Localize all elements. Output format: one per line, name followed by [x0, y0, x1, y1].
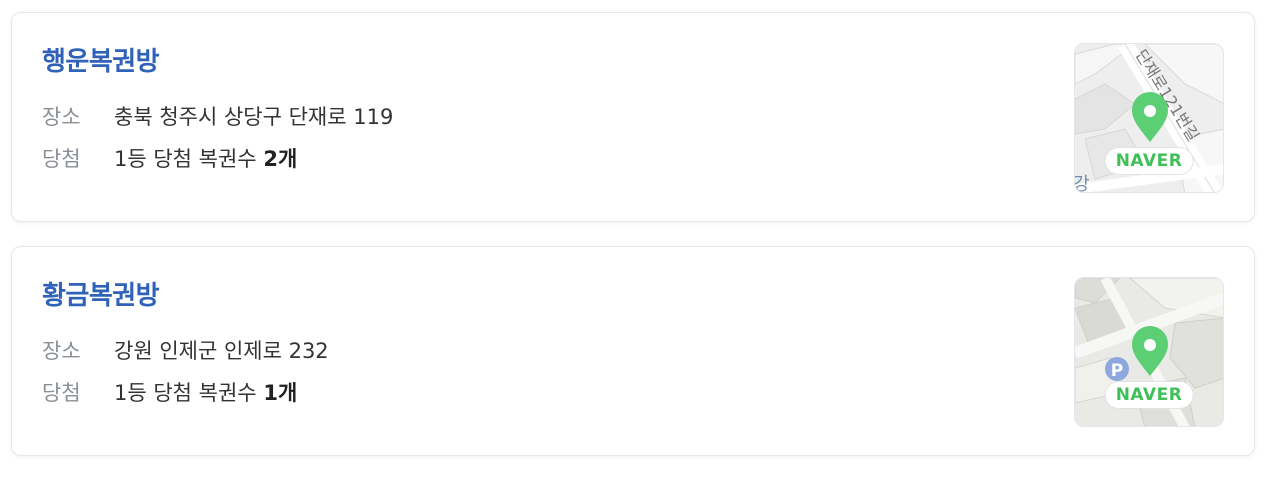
win-info: 1등 당첨 복권수 1개 [114, 377, 297, 407]
naver-map-badge: NAVER [1105, 148, 1193, 174]
win-count: 1개 [263, 381, 298, 405]
shop-card[interactable]: 황금복권방 장소 강원 인제군 인제로 232 당첨 1등 당첨 복권수 1개 [11, 246, 1255, 456]
win-info: 1등 당첨 복권수 2개 [114, 143, 297, 173]
parking-icon-letter: P [1111, 361, 1123, 381]
map-corner-label: 강 [1075, 174, 1090, 193]
win-label: 당첨 [42, 381, 81, 405]
location-row: 장소 충북 청주시 상당구 단재로 119 [42, 101, 393, 131]
win-label: 당첨 [42, 147, 81, 171]
shop-name[interactable]: 행운복권방 [42, 41, 160, 78]
win-prefix: 1등 당첨 복권수 [114, 381, 257, 405]
map-thumbnail[interactable]: 단재로121번길 강 NAVER [1074, 43, 1224, 193]
win-count: 2개 [263, 147, 298, 171]
win-row: 당첨 1등 당첨 복권수 2개 [42, 143, 297, 173]
naver-map-badge: NAVER [1105, 382, 1193, 408]
location-row: 장소 강원 인제군 인제로 232 [42, 335, 329, 365]
win-prefix: 1등 당첨 복권수 [114, 147, 257, 171]
location-label: 장소 [42, 105, 81, 129]
location-label: 장소 [42, 339, 81, 363]
lottery-shop-list: 행운복권방 장소 충북 청주시 상당구 단재로 119 당첨 1등 당첨 복권수… [11, 12, 1255, 480]
map-thumbnail[interactable]: P NAVER [1074, 277, 1224, 427]
shop-card[interactable]: 행운복권방 장소 충북 청주시 상당구 단재로 119 당첨 1등 당첨 복권수… [11, 12, 1255, 222]
shop-name[interactable]: 황금복권방 [42, 275, 160, 312]
win-row: 당첨 1등 당첨 복권수 1개 [42, 377, 297, 407]
address: 충북 청주시 상당구 단재로 119 [114, 105, 394, 129]
address: 강원 인제군 인제로 232 [114, 339, 329, 363]
parking-icon: P [1105, 357, 1129, 381]
